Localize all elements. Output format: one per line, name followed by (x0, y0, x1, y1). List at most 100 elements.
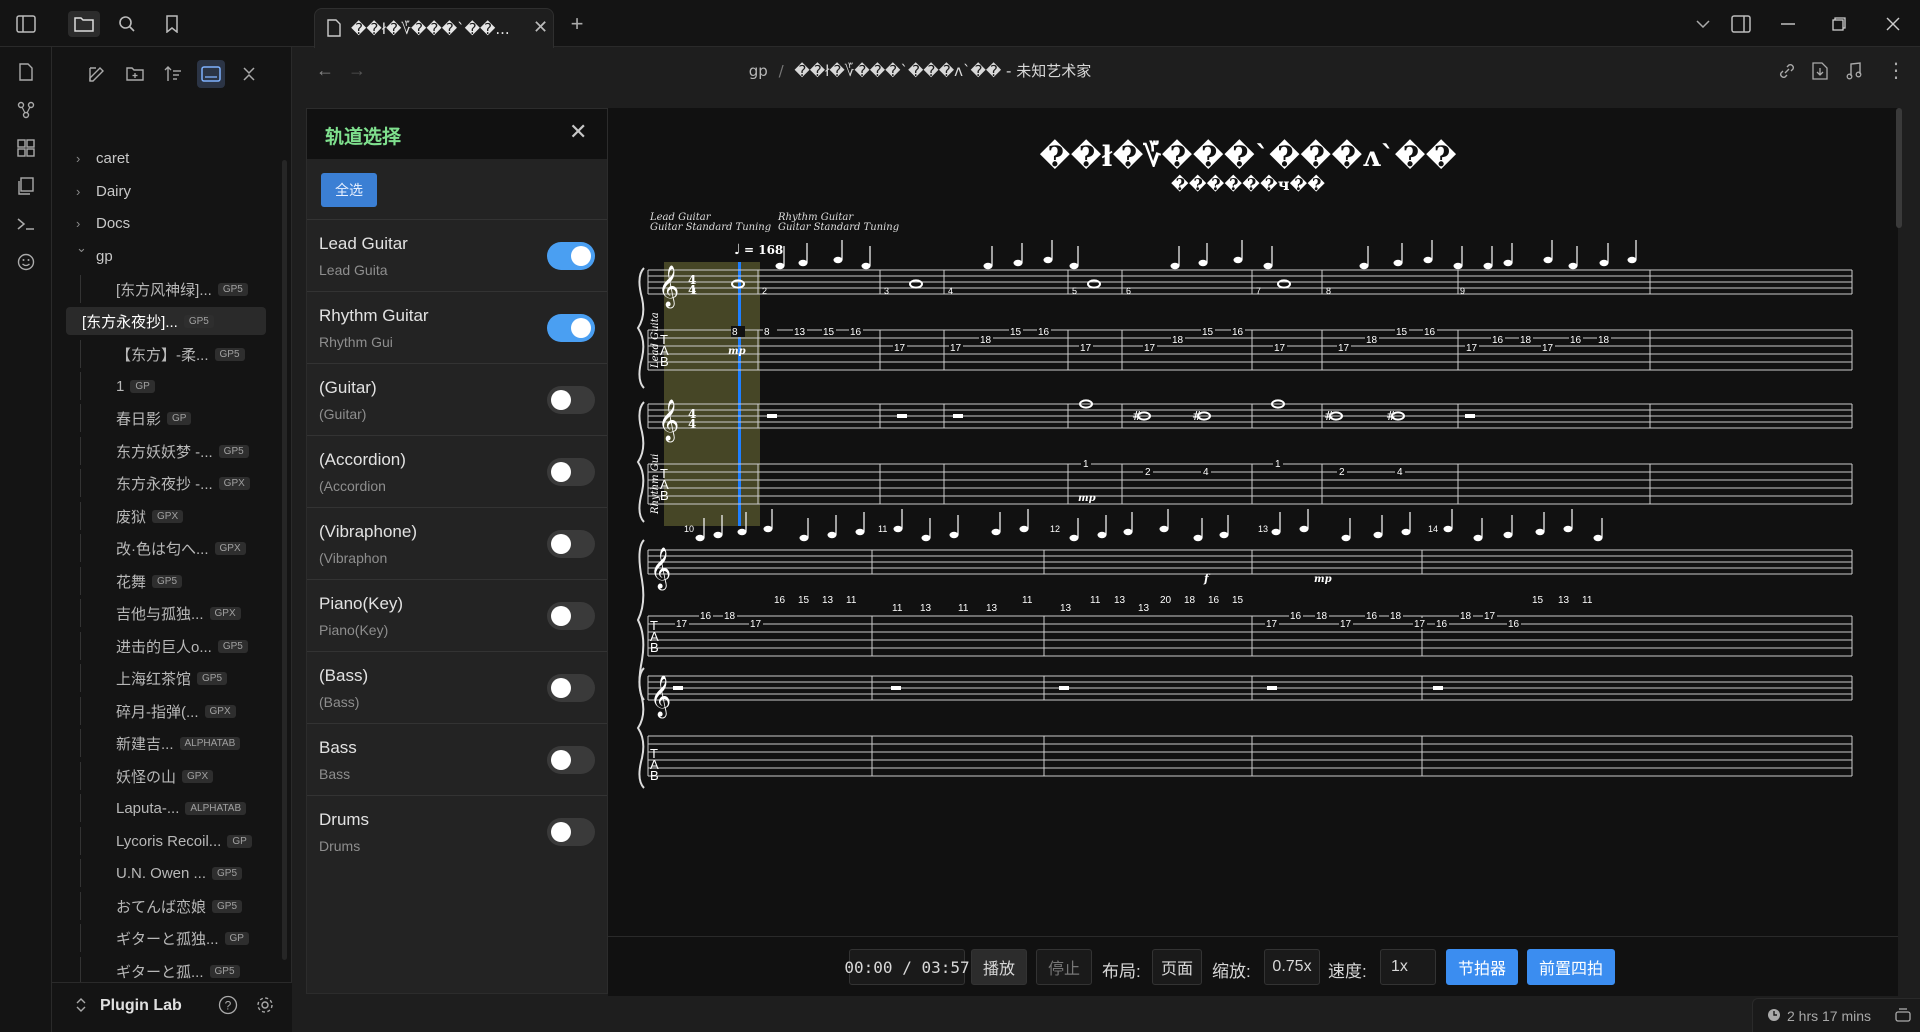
file-item[interactable]: 新建吉... ALPHATAB (52, 729, 282, 757)
tab-number: 17 (1338, 343, 1350, 354)
file-item[interactable]: 东方妖妖梦 -... GP5 (52, 437, 282, 465)
file-label: 上海红茶馆 (116, 670, 192, 688)
terminal-icon[interactable] (13, 211, 39, 237)
canvas-icon[interactable] (13, 135, 39, 161)
track-name: Rhythm Guitar (319, 306, 429, 325)
download-icon[interactable] (1812, 62, 1828, 80)
file-item[interactable]: 改·色は匂へ... GPX (52, 534, 282, 562)
file-item[interactable]: 废狱 GPX (52, 502, 282, 530)
file-item[interactable]: Laputa-... ALPHATAB (52, 794, 282, 822)
tab-active-file[interactable]: ��ł�؆���`��... ✕ (314, 8, 554, 48)
file-item[interactable]: 进击的巨人o... GP5 (52, 632, 282, 660)
files-icon[interactable] (68, 11, 100, 37)
file-item[interactable]: 东方永夜抄 -... GPX (52, 469, 282, 497)
chevron-right-icon[interactable]: › (76, 216, 80, 231)
emoji-icon[interactable] (13, 249, 39, 275)
vault-switcher-icon[interactable] (76, 997, 86, 1013)
file-item[interactable]: 花舞 GP5 (52, 567, 282, 595)
folder-item[interactable]: › Docs (52, 209, 282, 237)
close-window-icon[interactable] (1880, 11, 1906, 37)
folder-item[interactable]: › caret (52, 144, 282, 172)
help-icon[interactable]: ? (218, 995, 238, 1015)
track-toggle[interactable] (547, 674, 595, 702)
music-note-icon[interactable] (1846, 62, 1862, 80)
indent-guide (80, 437, 81, 465)
link-icon[interactable] (1778, 62, 1796, 80)
file-item[interactable]: おてんば恋娘 GP5 (52, 892, 282, 920)
track-toggle[interactable] (547, 314, 595, 342)
collapse-all-button[interactable] (235, 60, 263, 88)
sync-icon[interactable] (1895, 1008, 1911, 1022)
tab-number: 17 (1266, 619, 1278, 630)
count-in-button[interactable]: 前置四拍 (1527, 949, 1615, 985)
speed-select[interactable]: 1x (1380, 949, 1436, 985)
explorer-scrollbar[interactable] (282, 160, 287, 960)
new-folder-button[interactable] (121, 60, 149, 88)
tab-number: 4 (1397, 467, 1403, 478)
file-item[interactable]: 【东方】-柔... GP5 (52, 340, 282, 368)
close-icon[interactable]: ✕ (569, 119, 587, 145)
track-toggle[interactable] (547, 530, 595, 558)
dynamic-mark: mp (1078, 493, 1096, 504)
file-item[interactable]: U.N. Owen ... GP5 (52, 859, 282, 887)
more-options-icon[interactable]: ⋮ (1886, 58, 1906, 83)
track-toggle[interactable] (547, 242, 595, 270)
new-note-icon[interactable] (13, 59, 39, 85)
chevron-right-icon[interactable]: › (76, 184, 80, 199)
zoom-select[interactable]: 0.75x (1264, 949, 1320, 985)
track-toggle[interactable] (547, 458, 595, 486)
new-tab-icon[interactable]: + (564, 11, 590, 37)
file-item[interactable]: ギターと孤独... GP (52, 924, 282, 952)
track-toggle[interactable] (547, 818, 595, 846)
chevron-down-icon[interactable]: ⌄ (76, 240, 87, 256)
new-note-button[interactable] (83, 60, 111, 88)
search-icon[interactable] (114, 11, 140, 37)
layout-select[interactable]: 页面 (1152, 949, 1202, 985)
pages-icon[interactable] (13, 173, 39, 199)
right-sidebar-toggle-icon[interactable] (1728, 11, 1754, 37)
track-toggle[interactable] (547, 386, 595, 414)
tab-number: 17 (676, 619, 688, 630)
select-all-button[interactable]: 全选 (321, 173, 377, 207)
file-item[interactable]: 1 GP (52, 372, 282, 400)
indent-guide (80, 567, 81, 595)
minimize-icon[interactable] (1775, 11, 1801, 37)
file-item[interactable]: 碎月-指弹(... GPX (52, 697, 282, 725)
file-label: 花舞 (116, 573, 147, 591)
note-head (1453, 262, 1463, 270)
breadcrumb-folder[interactable]: gp (749, 62, 768, 80)
sidebar-toggle-icon[interactable] (13, 11, 39, 37)
score-scrollbar[interactable] (1896, 108, 1902, 228)
folder-item[interactable]: ⌄ gp (52, 240, 282, 270)
file-item[interactable]: Lycoris Recoil... GP (52, 827, 282, 855)
play-button[interactable]: 播放 (971, 949, 1027, 985)
file-item[interactable]: [东方永夜抄]... GP5 (66, 307, 266, 335)
vault-name[interactable]: Plugin Lab (100, 997, 182, 1015)
file-item[interactable]: 吉他与孤独... GPX (52, 599, 282, 627)
note-head (893, 525, 903, 533)
breadcrumb-file[interactable]: ��ł�؆���`���ʌ`�� - 未知艺术家 (794, 62, 1091, 80)
track-toggle[interactable] (547, 602, 595, 630)
metronome-button[interactable]: 节拍器 (1446, 949, 1518, 985)
score-view[interactable]: ��ł�؆���`���ʌ`�� ������ч�� Lead Guitar G… (608, 108, 1898, 936)
tab-list-chevron-icon[interactable] (1690, 11, 1716, 37)
graph-icon[interactable] (13, 97, 39, 123)
file-item[interactable]: 上海红茶馆 GP5 (52, 664, 282, 692)
tab-close-icon[interactable]: ✕ (533, 17, 548, 38)
sort-button[interactable] (159, 60, 187, 88)
stop-button[interactable]: 停止 (1036, 949, 1092, 985)
file-item[interactable]: 妖怪の山 GPX (52, 762, 282, 790)
folder-item[interactable]: › Dairy (52, 177, 282, 205)
file-item[interactable]: 春日影 GP (52, 404, 282, 432)
track-toggle[interactable] (547, 746, 595, 774)
file-item[interactable]: [东方风神绿]... GP5 (52, 275, 282, 303)
auto-reveal-button[interactable] (197, 60, 225, 88)
score-sheet[interactable]: ��ł�؆���`���ʌ`�� ������ч�� Lead Guitar G… (608, 108, 1898, 936)
chevron-right-icon[interactable]: › (76, 151, 80, 166)
restore-icon[interactable] (1826, 11, 1852, 37)
bookmark-icon[interactable] (159, 11, 185, 37)
settings-gear-icon[interactable] (255, 995, 275, 1015)
file-label: Lycoris Recoil... (116, 832, 222, 850)
file-item[interactable]: ギターと孤... GP5 (52, 957, 282, 985)
playback-cursor[interactable] (738, 262, 741, 526)
